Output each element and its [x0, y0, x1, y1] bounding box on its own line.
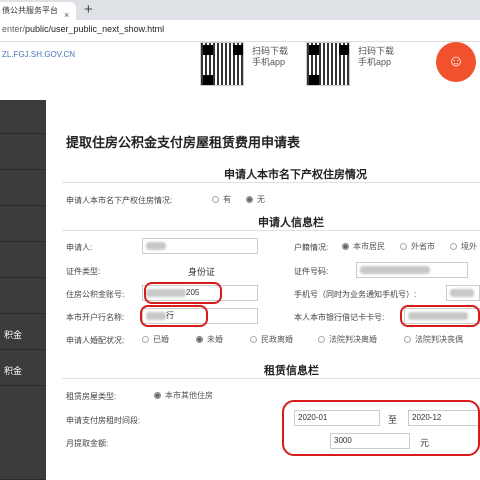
mobile-label: 手机号（同时为业务通知手机号）:: [294, 290, 417, 299]
monthly-amount-label: 月提取金额:: [66, 439, 109, 448]
sidebar-item[interactable]: [0, 242, 46, 278]
mobile-field[interactable]: [446, 285, 480, 301]
sidebar-item[interactable]: [0, 386, 46, 480]
sidebar-item[interactable]: [0, 100, 46, 134]
radio-checked-icon: [196, 336, 203, 343]
radio-property-no[interactable]: 无: [246, 194, 265, 205]
radio-checked-icon: [154, 392, 161, 399]
site-header: ZL.FGJ.SH.GOV.CN 扫码下载 手机app 扫码下载 手机app ☺: [0, 42, 480, 100]
debit-card-label: 本人本市银行借记卡卡号:: [294, 313, 385, 322]
radio-house-type-other[interactable]: 本市其他住房: [154, 390, 213, 401]
radio-hukou-overseas[interactable]: 境外: [450, 241, 477, 252]
radio-property-yes[interactable]: 有: [212, 194, 231, 205]
section-title-property: 申请人本市名下产权住房情况: [224, 169, 367, 181]
id-type-value: 身份证: [188, 267, 216, 277]
tab-title: 债公共服务平台: [2, 6, 58, 15]
radio-hukou-other-province[interactable]: 外省市: [400, 241, 435, 252]
radio-marital-single[interactable]: 未婚: [196, 334, 223, 345]
browser-tab[interactable]: 债公共服务平台 ×: [0, 2, 76, 20]
hukou-label: 户籍情况:: [294, 243, 329, 252]
annotation-highlight: [144, 282, 222, 304]
sidebar-item[interactable]: [0, 134, 46, 170]
radio-icon: [450, 243, 457, 250]
radio-checked-icon: [246, 196, 253, 203]
radio-marital-married[interactable]: 已婚: [142, 334, 169, 345]
browser-tab-bar: 债公共服务平台 × +: [0, 0, 480, 20]
applicant-label: 申请人:: [66, 243, 93, 252]
sidebar-item[interactable]: [0, 206, 46, 242]
id-type-label: 证件类型:: [66, 267, 101, 276]
url-text: enter/public/user_public_next_show.html: [2, 24, 165, 34]
radio-icon: [212, 196, 219, 203]
applicant-name-field[interactable]: [142, 238, 258, 254]
annotation-highlight: [140, 305, 208, 327]
radio-marital-widowed[interactable]: 法院判决丧偶: [404, 334, 463, 345]
radio-icon: [250, 336, 257, 343]
house-type-label: 租赁房屋类型:: [66, 392, 117, 401]
qr-caption: 扫码下载 手机app: [358, 46, 395, 67]
property-label: 申请人本市名下产权住房情况:: [66, 196, 173, 205]
fund-account-label: 住房公积金账号:: [66, 290, 125, 299]
radio-hukou-local[interactable]: 本市居民: [342, 241, 385, 252]
qr-code-image: [200, 42, 244, 86]
section-title-applicant: 申请人信息栏: [258, 217, 324, 229]
id-number-field[interactable]: [356, 262, 468, 278]
bank-label: 本市开户行名称:: [66, 313, 125, 322]
main-content: 提取住房公积金支付房屋租赁费用申请表 申请人本市名下产权住房情况 申请人本市名下…: [46, 100, 480, 480]
logo-icon[interactable]: ☺: [436, 42, 476, 82]
qr-code-image: [306, 42, 350, 86]
sidebar: 积金 积金: [0, 100, 46, 480]
id-number-label: 证件号码:: [294, 267, 329, 276]
section-divider: [62, 230, 480, 231]
radio-icon: [318, 336, 325, 343]
site-url: ZL.FGJ.SH.GOV.CN: [2, 50, 76, 59]
annotation-highlight: [282, 400, 480, 456]
sidebar-item[interactable]: 积金: [0, 314, 46, 350]
close-tab-icon[interactable]: ×: [64, 6, 69, 20]
address-bar[interactable]: enter/public/user_public_next_show.html: [0, 20, 480, 42]
page-title: 提取住房公积金支付房屋租赁费用申请表: [66, 135, 301, 150]
period-label: 申请支付房租时间段:: [66, 416, 141, 425]
qr-caption: 扫码下载 手机app: [252, 46, 289, 67]
radio-checked-icon: [342, 243, 349, 250]
sidebar-item[interactable]: 积金: [0, 350, 46, 386]
section-divider: [62, 378, 480, 379]
sidebar-item[interactable]: [0, 278, 46, 314]
annotation-highlight: [400, 305, 480, 327]
marital-label: 申请人婚配状况:: [66, 336, 125, 345]
section-divider: [62, 182, 480, 183]
sidebar-item[interactable]: [0, 170, 46, 206]
radio-icon: [404, 336, 411, 343]
radio-icon: [400, 243, 407, 250]
section-title-lease: 租赁信息栏: [264, 365, 319, 377]
radio-icon: [142, 336, 149, 343]
radio-marital-court-divorce[interactable]: 法院判决离婚: [318, 334, 377, 345]
new-tab-icon[interactable]: +: [84, 1, 93, 18]
radio-marital-divorced[interactable]: 民政离婚: [250, 334, 293, 345]
